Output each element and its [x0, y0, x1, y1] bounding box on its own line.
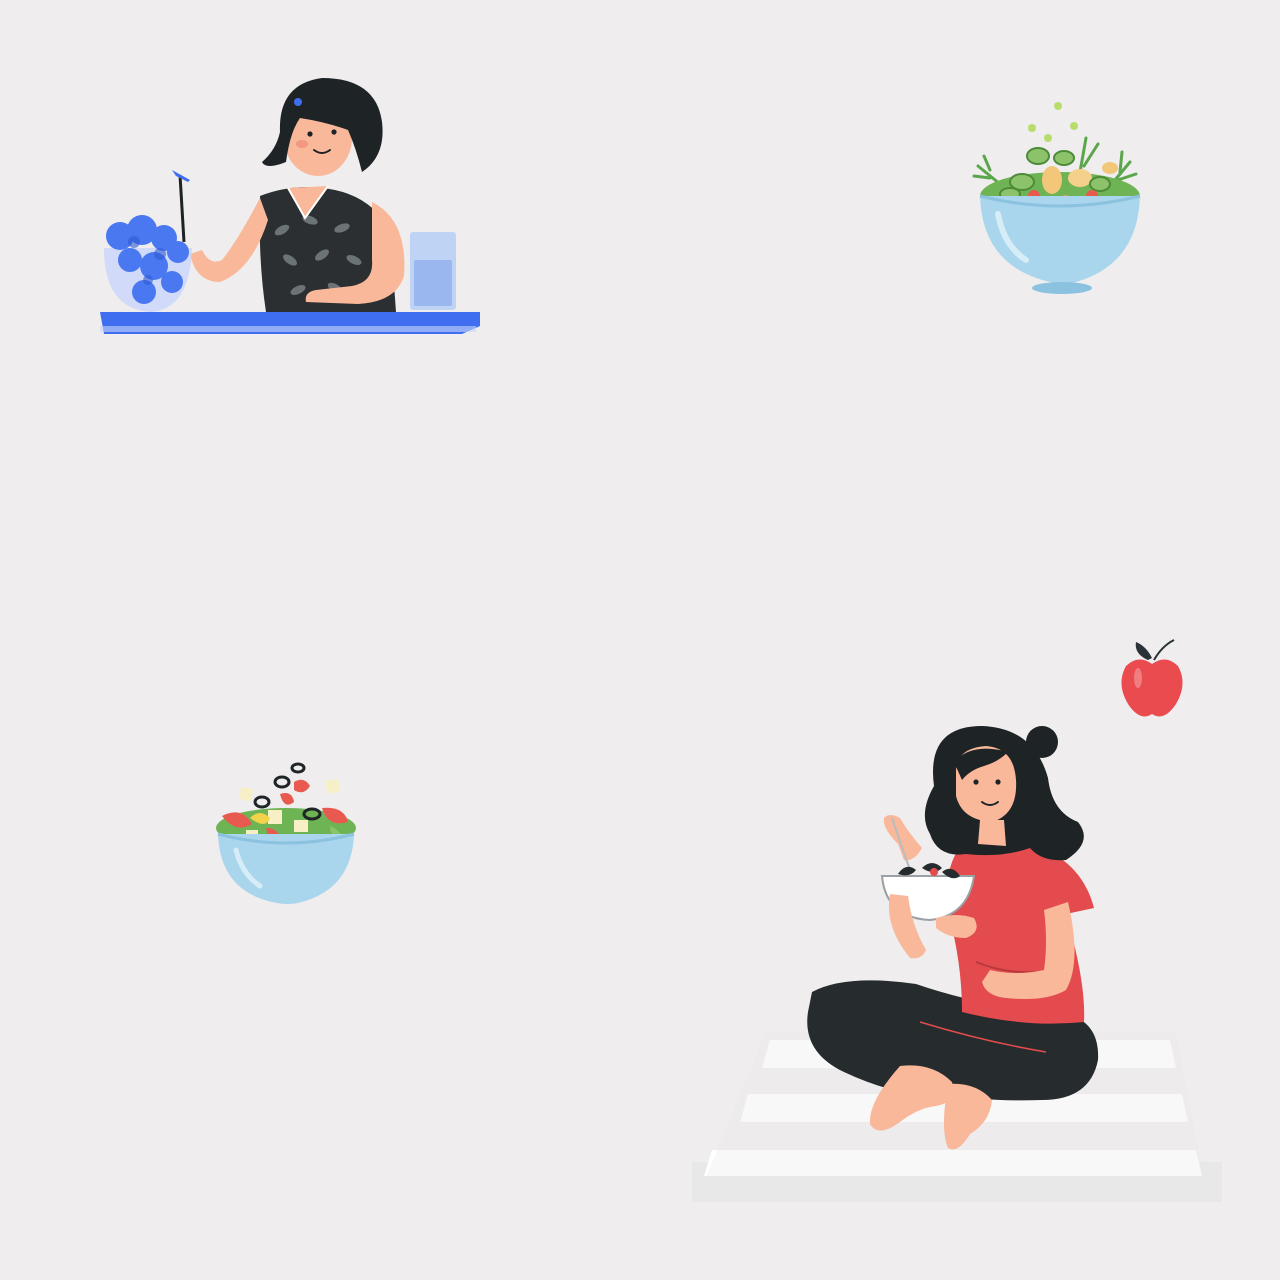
woman-eating-icon: [100, 78, 480, 334]
salad-bowl-with-greens: [960, 96, 1160, 296]
salad-bowl-icon: [972, 102, 1141, 294]
woman-eating-salad-at-table: [90, 70, 490, 345]
apple-icon: [1121, 639, 1183, 717]
greek-salad-bowl: [210, 758, 365, 910]
sitting-woman-icon: [692, 726, 1222, 1202]
red-apple: [1118, 636, 1188, 720]
woman-sitting-eating-salad: [686, 722, 1226, 1212]
greek-salad-icon: [216, 762, 356, 904]
